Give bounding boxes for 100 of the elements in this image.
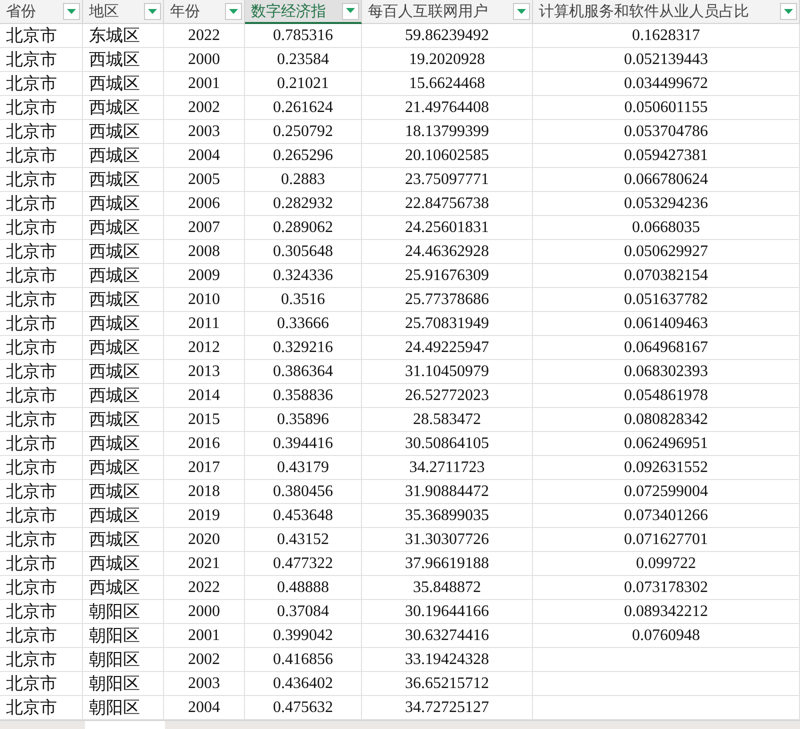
table-cell: 0.3516	[245, 288, 362, 312]
dropdown-arrow-icon	[229, 8, 238, 14]
table-cell: 37.96619188	[362, 552, 533, 576]
table-cell: 西城区	[83, 264, 164, 288]
table-cell: 北京市	[0, 144, 83, 168]
table-cell: 西城区	[83, 576, 164, 600]
column-header[interactable]: 年份	[164, 0, 245, 24]
table-cell: 25.77378686	[362, 288, 533, 312]
table-cell: 30.63274416	[362, 624, 533, 648]
table-cell: 2013	[164, 360, 245, 384]
table-cell: 0.386364	[245, 360, 362, 384]
filter-button[interactable]	[342, 2, 359, 20]
filter-button[interactable]	[780, 3, 797, 20]
table-cell: 东城区	[83, 24, 164, 48]
table-cell: 25.70831949	[362, 312, 533, 336]
table-cell: 北京市	[0, 480, 83, 504]
filter-button[interactable]	[63, 3, 80, 20]
table-cell: 2000	[164, 600, 245, 624]
column-header[interactable]: 数字经济指	[245, 0, 362, 24]
table-cell: 0.329216	[245, 336, 362, 360]
table-cell: 24.46362928	[362, 240, 533, 264]
table-cell: 北京市	[0, 192, 83, 216]
table-cell: 0.059427381	[533, 144, 800, 168]
table-cell: 34.2711723	[362, 456, 533, 480]
table-cell: 19.2020928	[362, 48, 533, 72]
table-cell: 西城区	[83, 336, 164, 360]
table-cell: 0.070382154	[533, 264, 800, 288]
table-cell: 2001	[164, 624, 245, 648]
table-cell: 西城区	[83, 216, 164, 240]
table-cell: 北京市	[0, 48, 83, 72]
table-cell: 朝阳区	[83, 624, 164, 648]
table-cell: 2014	[164, 384, 245, 408]
table-cell: 33.19424328	[362, 648, 533, 672]
table-cell: 北京市	[0, 72, 83, 96]
table-cell: 23.75097771	[362, 168, 533, 192]
table-cell: 0.43179	[245, 456, 362, 480]
table-cell: 2002	[164, 648, 245, 672]
table-cell: 北京市	[0, 528, 83, 552]
table-cell: 0.0668035	[533, 216, 800, 240]
table-cell: 0.282932	[245, 192, 362, 216]
table-cell: 2004	[164, 144, 245, 168]
table-cell: 0.380456	[245, 480, 362, 504]
table-cell: 2006	[164, 192, 245, 216]
table-cell: 0.053704786	[533, 120, 800, 144]
table-cell: 18.13799399	[362, 120, 533, 144]
table-cell: 西城区	[83, 240, 164, 264]
table-cell: 0.1628317	[533, 24, 800, 48]
table-cell: 北京市	[0, 336, 83, 360]
table-cell: 2020	[164, 528, 245, 552]
column-header[interactable]: 省份	[0, 0, 83, 24]
dropdown-arrow-icon	[784, 8, 793, 14]
table-cell: 0.324336	[245, 264, 362, 288]
table-cell: 0.416856	[245, 648, 362, 672]
table-cell: 北京市	[0, 168, 83, 192]
table-cell: 2017	[164, 456, 245, 480]
column-header[interactable]: 地区	[83, 0, 164, 24]
column-header[interactable]: 计算机服务和软件从业人员占比	[533, 0, 800, 24]
table-cell: 西城区	[83, 360, 164, 384]
table-cell: 朝阳区	[83, 672, 164, 696]
table-cell: 2018	[164, 480, 245, 504]
table-cell: 西城区	[83, 528, 164, 552]
table-cell: 0.48888	[245, 576, 362, 600]
column-header[interactable]: 每百人互联网用户	[362, 0, 533, 24]
table-cell: 2005	[164, 168, 245, 192]
table-cell: 0.068302393	[533, 360, 800, 384]
table-cell: 北京市	[0, 552, 83, 576]
table-cell: 0.051637782	[533, 288, 800, 312]
table-cell: 西城区	[83, 480, 164, 504]
table-cell: 30.50864105	[362, 432, 533, 456]
table-cell: 2003	[164, 120, 245, 144]
table-cell: 西城区	[83, 432, 164, 456]
table-cell: 2002	[164, 96, 245, 120]
table-cell: 2011	[164, 312, 245, 336]
filter-button[interactable]	[513, 3, 530, 20]
table-cell: 0.289062	[245, 216, 362, 240]
table-cell: 25.91676309	[362, 264, 533, 288]
table-cell: 0.072599004	[533, 480, 800, 504]
table-cell: 31.30307726	[362, 528, 533, 552]
table-cell: 0.37084	[245, 600, 362, 624]
table-cell: 北京市	[0, 240, 83, 264]
table-cell: 0.21021	[245, 72, 362, 96]
column-header-label: 每百人互联网用户	[368, 2, 488, 21]
table-cell: 0.33666	[245, 312, 362, 336]
table-cell: 30.19644166	[362, 600, 533, 624]
table-cell: 0.250792	[245, 120, 362, 144]
table-cell: 0.071627701	[533, 528, 800, 552]
table-cell: 31.90884472	[362, 480, 533, 504]
table-cell: 0.073178302	[533, 576, 800, 600]
table-cell: 28.583472	[362, 408, 533, 432]
table-cell: 北京市	[0, 576, 83, 600]
table-cell: 北京市	[0, 408, 83, 432]
table-cell: 北京市	[0, 672, 83, 696]
filter-button[interactable]	[144, 3, 161, 20]
table-cell: 北京市	[0, 432, 83, 456]
table-cell: 西城区	[83, 456, 164, 480]
table-cell: 0.099722	[533, 552, 800, 576]
table-cell: 0.35896	[245, 408, 362, 432]
column-header-label: 地区	[89, 2, 119, 21]
table-cell: 西城区	[83, 72, 164, 96]
filter-button[interactable]	[225, 3, 242, 20]
